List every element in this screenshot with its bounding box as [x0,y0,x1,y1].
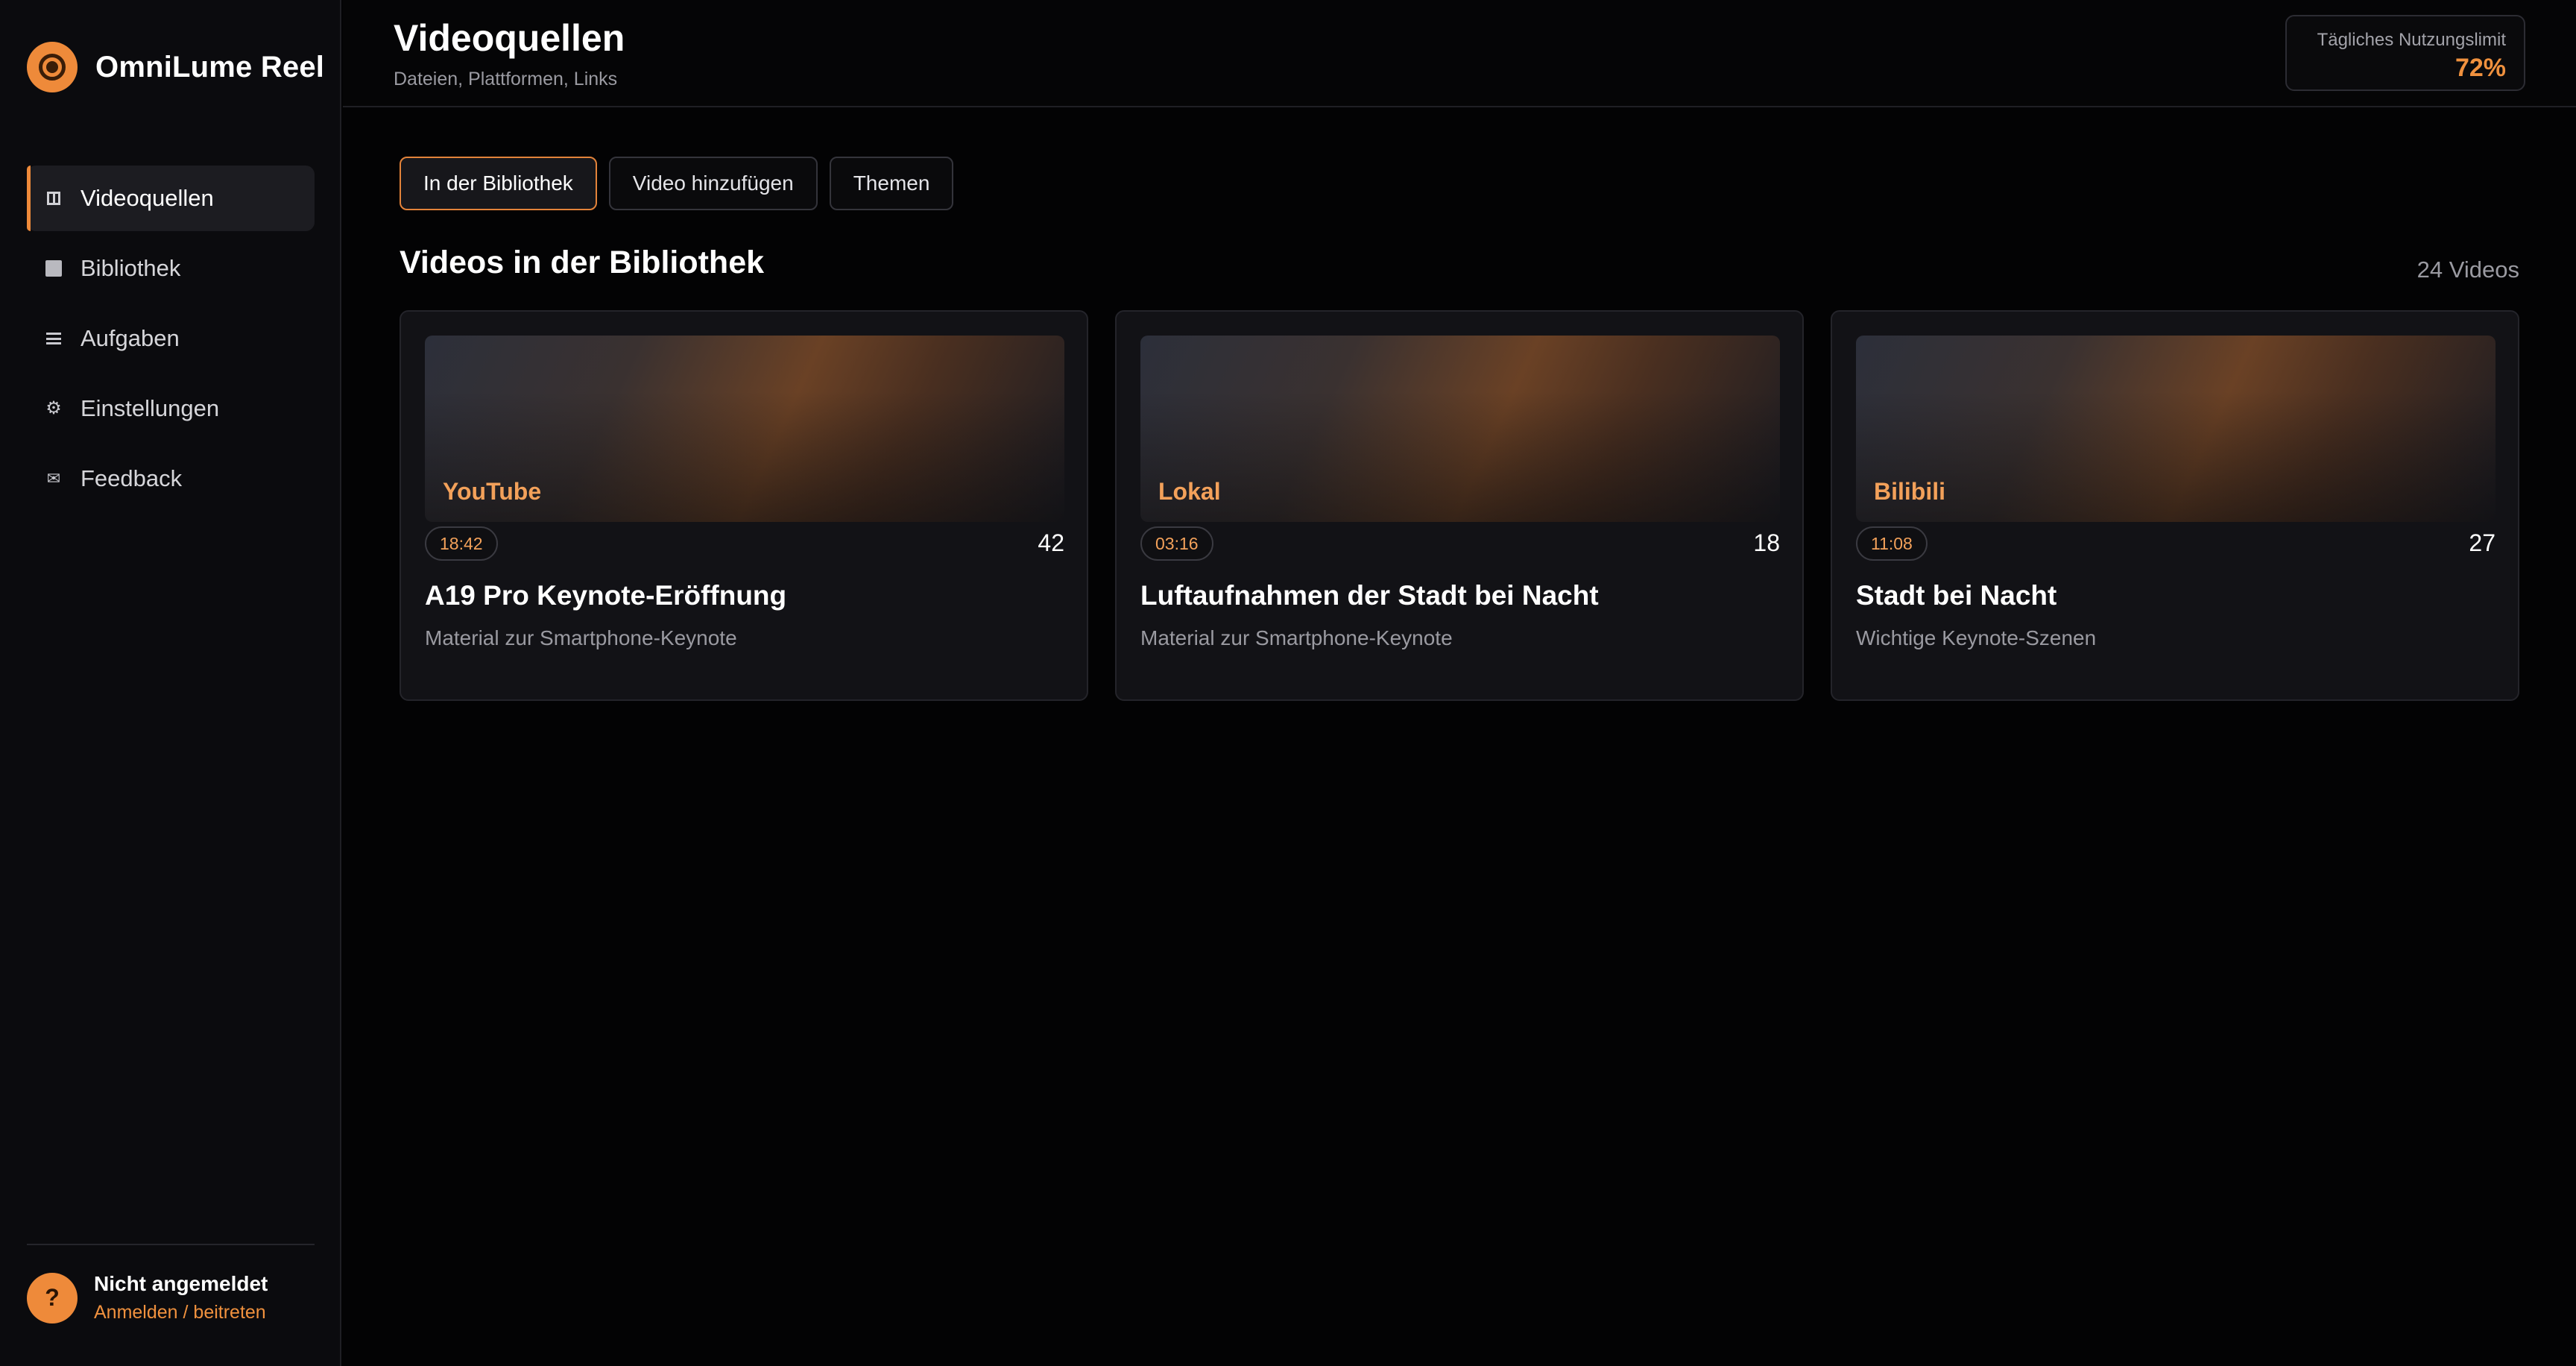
video-thumbnail[interactable]: Bilibili [1856,336,2496,522]
gear-icon: ⚙ [45,398,62,418]
usage-limit-label: Tägliches Nutzungslimit [2317,30,2506,50]
columns-icon [42,192,66,205]
source-label: YouTube [443,478,542,505]
video-description: Material zur Smartphone-Keynote [425,626,737,649]
video-card-grid: YouTube 18:42 42 A19 Pro Keynote-Eröffnu… [400,310,2519,701]
video-description: Wichtige Keynote-Szenen [1856,626,2097,649]
video-card[interactable]: Lokal 03:16 18 Luftaufnahmen der Stadt b… [1115,310,1804,701]
sidebar: OmniLume Reel Videoquellen Bibliothek Au… [0,0,341,1366]
library-square-icon [42,260,66,277]
sidebar-divider [27,1244,315,1245]
video-title: A19 Pro Keynote-Eröffnung [425,580,787,611]
tab-bar: In der Bibliothek Video hinzufügen Theme… [400,157,965,210]
video-count: 24 Videos [2416,256,2519,283]
list-icon [42,333,66,344]
tab-themen[interactable]: Themen [829,157,954,210]
sidebar-item-videoquellen[interactable]: Videoquellen [27,166,315,231]
video-title: Luftaufnahmen der Stadt bei Nacht [1140,580,1599,611]
brand[interactable]: OmniLume Reel [27,42,324,92]
usage-limit-badge: Tägliches Nutzungslimit 72% [2285,15,2525,91]
sidebar-nav: Videoquellen Bibliothek Aufgaben ⚙ Einst… [27,166,315,516]
sidebar-item-label: Aufgaben [80,325,180,351]
video-card[interactable]: YouTube 18:42 42 A19 Pro Keynote-Eröffnu… [400,310,1088,701]
app-window: OmniLume Reel Videoquellen Bibliothek Au… [0,0,2576,1366]
sidebar-item-feedback[interactable]: ✉ Feedback [27,446,315,512]
source-label: Bilibili [1874,478,1945,505]
sidebar-item-bibliothek[interactable]: Bibliothek [27,236,315,301]
video-card[interactable]: Bilibili 11:08 27 Stadt bei Nacht Wichti… [1831,310,2519,701]
usage-limit-value: 72% [2455,54,2506,82]
section-title: Videos in der Bibliothek [400,245,765,280]
duration-badge: 11:08 [1856,526,1928,561]
page-header: Videoquellen Dateien, Plattformen, Links… [343,0,2576,107]
main-content: In der Bibliothek Video hinzufügen Theme… [343,109,2576,1366]
user-status: Nicht angemeldet [94,1272,268,1295]
video-thumbnail[interactable]: YouTube [425,336,1064,522]
mail-icon: ✉ [46,469,61,488]
sidebar-item-label: Videoquellen [80,185,214,211]
clip-count: 27 [2469,529,2496,556]
tab-video-hinzufuegen[interactable]: Video hinzufügen [608,157,818,210]
page-subtitle: Dateien, Plattformen, Links [394,69,618,89]
clip-count: 42 [1038,529,1064,556]
login-link[interactable]: Anmelden / beitreten [94,1302,268,1323]
source-label: Lokal [1158,478,1221,505]
video-thumbnail[interactable]: Lokal [1140,336,1780,522]
tab-in-der-bibliothek[interactable]: In der Bibliothek [400,157,597,210]
sidebar-item-einstellungen[interactable]: ⚙ Einstellungen [27,376,315,441]
sidebar-item-aufgaben[interactable]: Aufgaben [27,306,315,371]
video-meta: 11:08 27 [1856,523,2496,561]
app-name: OmniLume Reel [95,50,325,84]
video-title: Stadt bei Nacht [1856,580,2057,611]
film-reel-icon [27,42,78,92]
page-title: Videoquellen [394,17,625,59]
video-meta: 18:42 42 [425,523,1064,561]
sidebar-item-label: Feedback [80,465,183,491]
duration-badge: 18:42 [425,526,498,561]
video-description: Material zur Smartphone-Keynote [1140,626,1453,649]
avatar[interactable]: ? [27,1272,78,1323]
clip-count: 18 [1753,529,1780,556]
user-box: ? Nicht angemeldet Anmelden / beitreten [27,1272,268,1323]
sidebar-item-label: Bibliothek [80,255,181,281]
video-meta: 03:16 18 [1140,523,1780,561]
duration-badge: 03:16 [1140,526,1213,561]
sidebar-item-label: Einstellungen [80,395,220,421]
